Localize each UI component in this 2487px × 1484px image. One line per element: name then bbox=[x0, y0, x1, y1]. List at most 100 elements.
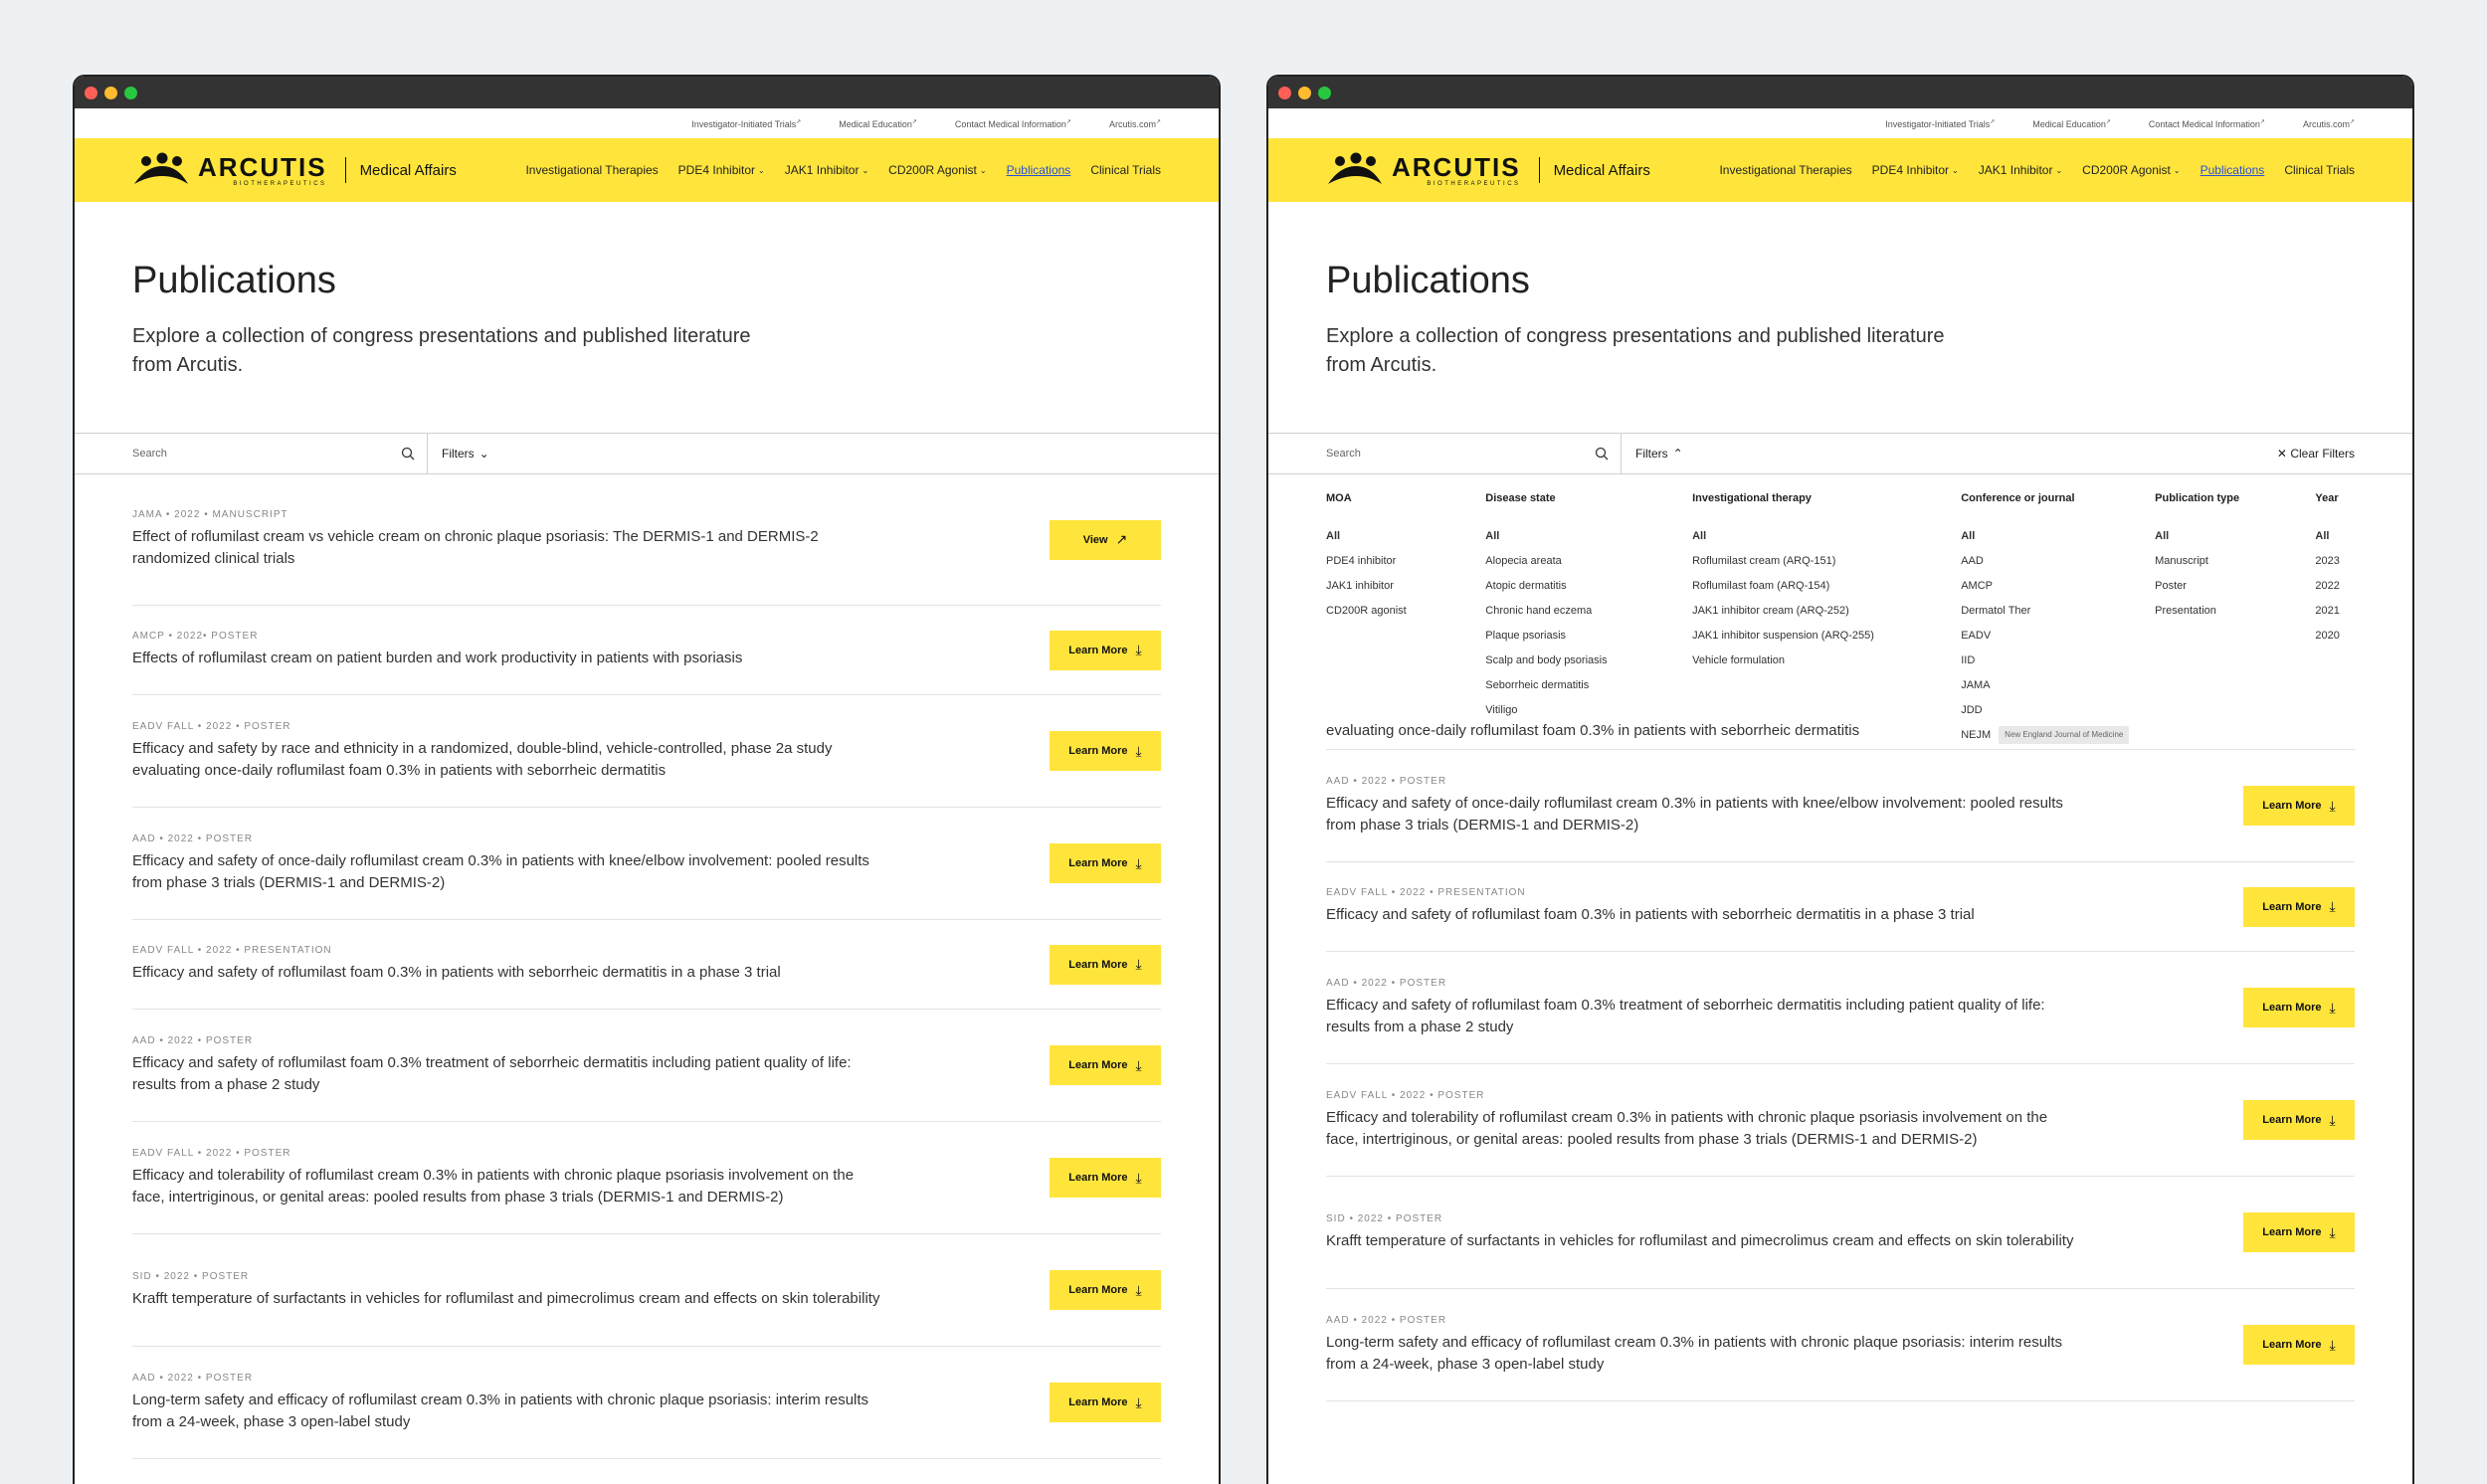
brand[interactable]: ARCUTIS BIOTHERAPEUTICS Medical Affairs bbox=[1326, 152, 1650, 188]
filter-option[interactable]: Atopic dermatitis bbox=[1485, 574, 1692, 599]
nav-clinical-trials[interactable]: Clinical Trials bbox=[2284, 163, 2355, 177]
learn-more-button[interactable]: Learn More ⤓ bbox=[2243, 1100, 2355, 1140]
filter-option[interactable]: All bbox=[1326, 524, 1485, 549]
search-input[interactable]: Search bbox=[1268, 434, 1622, 473]
learn-more-button[interactable]: Learn More ⤓ bbox=[1050, 630, 1161, 670]
filters-toggle[interactable]: Filters ⌃ bbox=[1622, 447, 1683, 461]
filter-option[interactable]: Plaque psoriasis bbox=[1485, 624, 1692, 649]
arcutis-logo[interactable]: ARCUTIS BIOTHERAPEUTICS bbox=[1326, 152, 1521, 188]
filters-toggle[interactable]: Filters ⌄ bbox=[428, 447, 489, 461]
utility-link[interactable]: Arcutis.com↗ bbox=[2303, 118, 2355, 129]
filter-option[interactable]: NEJM New England Journal of Medicine bbox=[1961, 723, 2155, 748]
nav-cd200r-agonist[interactable]: CD200R Agonist ⌄ bbox=[2082, 163, 2180, 177]
filter-option[interactable]: 2020 bbox=[2315, 624, 2355, 649]
learn-more-button[interactable]: Learn More ⤓ bbox=[2243, 786, 2355, 826]
learn-more-button[interactable]: Learn More ⤓ bbox=[2243, 886, 2355, 927]
learn-more-button[interactable]: Learn More ⤓ bbox=[1050, 1045, 1161, 1085]
filter-option[interactable]: PDE4 inhibitor bbox=[1326, 549, 1485, 574]
utility-link[interactable]: Arcutis.com↗ bbox=[1109, 118, 1161, 129]
nav-publications[interactable]: Publications bbox=[1007, 163, 1071, 177]
filter-option[interactable]: Scalp and body psoriasis bbox=[1485, 649, 1692, 673]
learn-more-button[interactable]: Learn More ⤓ bbox=[2243, 988, 2355, 1027]
filter-option[interactable]: JAK1 inhibitor suspension (ARQ-255) bbox=[1692, 624, 1961, 649]
filter-option[interactable]: CD200R agonist bbox=[1326, 599, 1485, 624]
button-label: Learn More bbox=[2262, 1226, 2322, 1238]
nav-cd200r-agonist[interactable]: CD200R Agonist ⌄ bbox=[888, 163, 986, 177]
filter-option[interactable]: Vitiligo bbox=[1485, 698, 1692, 723]
utility-link[interactable]: Contact Medical Information↗ bbox=[2149, 118, 2265, 129]
nav-investigational-therapies[interactable]: Investigational Therapies bbox=[525, 163, 658, 177]
brand[interactable]: ARCUTIS BIOTHERAPEUTICS Medical Affairs bbox=[132, 152, 457, 188]
filter-option[interactable]: AMCP bbox=[1961, 574, 2155, 599]
learn-more-button[interactable]: Learn More ⤓ bbox=[1050, 1383, 1161, 1422]
utility-link[interactable]: Medical Education↗ bbox=[2032, 118, 2111, 129]
filter-option[interactable]: Manuscript bbox=[2155, 549, 2315, 574]
filter-option[interactable]: Roflumilast cream (ARQ-151) bbox=[1692, 549, 1961, 574]
filter-column-disease-state: Disease state All Alopecia areata Atopic… bbox=[1485, 492, 1692, 749]
nav-jak1-inhibitor[interactable]: JAK1 Inhibitor ⌄ bbox=[1979, 163, 2062, 177]
filter-option[interactable]: EADV bbox=[1961, 624, 2155, 649]
clear-filters-button[interactable]: ✕ Clear Filters bbox=[2277, 447, 2355, 461]
learn-more-button[interactable]: Learn More ⤓ bbox=[1050, 944, 1161, 985]
filter-option[interactable]: All bbox=[1485, 524, 1692, 549]
search-placeholder: Search bbox=[1326, 448, 1361, 460]
utility-link[interactable]: Investigator-Initiated Trials↗ bbox=[691, 118, 801, 129]
utility-link[interactable]: Medical Education↗ bbox=[839, 118, 917, 129]
maximize-window-icon[interactable] bbox=[124, 86, 137, 99]
filter-option[interactable]: All bbox=[2155, 524, 2315, 549]
nav-investigational-therapies[interactable]: Investigational Therapies bbox=[1719, 163, 1851, 177]
browser-window-expanded: Investigator-Initiated Trials↗ Medical E… bbox=[1266, 75, 2414, 1484]
learn-more-button[interactable]: Learn More ⤓ bbox=[1050, 1158, 1161, 1198]
learn-more-button[interactable]: Learn More ⤓ bbox=[1050, 843, 1161, 883]
utility-link[interactable]: Investigator-Initiated Trials↗ bbox=[1885, 118, 1995, 129]
filter-option[interactable]: All bbox=[1692, 524, 1961, 549]
filter-option[interactable]: Seborrheic dermatitis bbox=[1485, 673, 1692, 698]
close-window-icon[interactable] bbox=[85, 86, 97, 99]
search-input[interactable]: Search bbox=[75, 434, 428, 473]
filter-option[interactable]: IID bbox=[1961, 649, 2155, 673]
utility-link[interactable]: Contact Medical Information↗ bbox=[955, 118, 1071, 129]
filter-option[interactable]: 2023 bbox=[2315, 549, 2355, 574]
filter-option[interactable]: Presentation bbox=[2155, 599, 2315, 624]
filter-option[interactable]: Roflumilast foam (ARQ-154) bbox=[1692, 574, 1961, 599]
search-icon[interactable] bbox=[1595, 447, 1609, 461]
arcutis-logo[interactable]: ARCUTIS BIOTHERAPEUTICS bbox=[132, 152, 327, 188]
nav-publications[interactable]: Publications bbox=[2200, 163, 2265, 177]
minimize-window-icon[interactable] bbox=[1298, 86, 1311, 99]
filter-option[interactable]: Vehicle formulation bbox=[1692, 649, 1961, 673]
filter-option[interactable]: JAK1 inhibitor cream (ARQ-252) bbox=[1692, 599, 1961, 624]
learn-more-button[interactable]: Learn More ⤓ bbox=[1050, 731, 1161, 771]
learn-more-button[interactable]: Learn More ⤓ bbox=[2243, 1212, 2355, 1252]
filter-option[interactable]: Alopecia areata bbox=[1485, 549, 1692, 574]
nav-pde4-inhibitor[interactable]: PDE4 Inhibitor ⌄ bbox=[678, 163, 765, 177]
filter-option[interactable]: JAMA bbox=[1961, 673, 2155, 698]
publication-title: Efficacy and safety of roflumilast foam … bbox=[132, 964, 781, 981]
search-icon[interactable] bbox=[401, 447, 415, 461]
filter-option[interactable]: 2021 bbox=[2315, 599, 2355, 624]
filter-option[interactable]: JDD bbox=[1961, 698, 2155, 723]
filter-option[interactable]: All bbox=[2315, 524, 2355, 549]
learn-more-button[interactable]: Learn More ⤓ bbox=[2243, 1325, 2355, 1365]
nav-clinical-trials[interactable]: Clinical Trials bbox=[1090, 163, 1161, 177]
view-button[interactable]: View ↗ bbox=[1050, 519, 1161, 560]
filter-option[interactable]: Dermatol Ther bbox=[1961, 599, 2155, 624]
filter-option[interactable]: 2022 bbox=[2315, 574, 2355, 599]
button-label: Learn More bbox=[1068, 958, 1128, 971]
filters-label: Filters bbox=[442, 447, 475, 461]
filter-option[interactable]: JAK1 inhibitor bbox=[1326, 574, 1485, 599]
chevron-down-icon: ⌄ bbox=[1952, 165, 1959, 175]
minimize-window-icon[interactable] bbox=[104, 86, 117, 99]
nav-jak1-inhibitor[interactable]: JAK1 Inhibitor ⌄ bbox=[785, 163, 868, 177]
filter-option[interactable]: All bbox=[1961, 524, 2155, 549]
filter-option[interactable]: AAD bbox=[1961, 549, 2155, 574]
maximize-window-icon[interactable] bbox=[1318, 86, 1331, 99]
filter-option[interactable]: Chronic hand eczema bbox=[1485, 599, 1692, 624]
nav-pde4-inhibitor[interactable]: PDE4 Inhibitor ⌄ bbox=[1872, 163, 1959, 177]
learn-more-button[interactable]: Learn More ⤓ bbox=[1050, 1270, 1161, 1310]
button-label: Learn More bbox=[2262, 1002, 2322, 1014]
button-label: Learn More bbox=[2262, 900, 2322, 913]
close-window-icon[interactable] bbox=[1278, 86, 1291, 99]
filter-option[interactable]: Poster bbox=[2155, 574, 2315, 599]
publication-title: Efficacy and safety of roflumilast foam … bbox=[132, 1053, 852, 1093]
download-icon: ⤓ bbox=[1135, 742, 1142, 759]
